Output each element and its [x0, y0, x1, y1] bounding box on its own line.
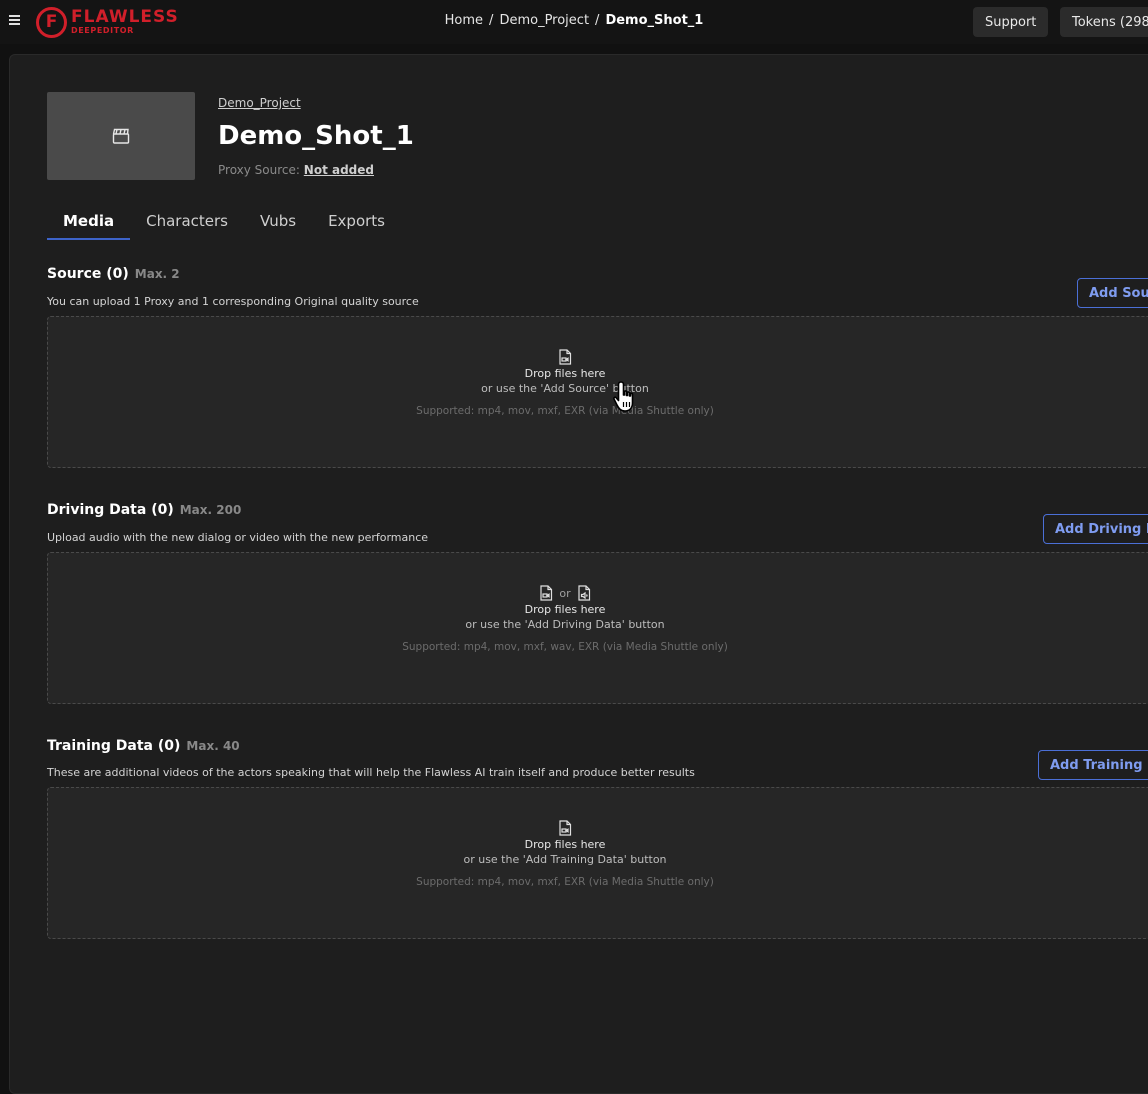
source-drop-text: Drop files here: [524, 367, 606, 380]
training-max: Max. 40: [186, 739, 240, 753]
project-link[interactable]: Demo_Project: [218, 96, 301, 110]
training-dropzone[interactable]: Drop files here or use the 'Add Training…: [47, 787, 1148, 939]
source-title: Source (0): [47, 266, 129, 282]
breadcrumb-current: Demo_Shot_1: [605, 13, 704, 28]
source-supported: Supported: mp4, mov, mxf, EXR (via Media…: [416, 405, 714, 417]
driving-drop-text: Drop files here: [524, 603, 606, 616]
source-dropzone[interactable]: Drop files here or use the 'Add Source' …: [47, 316, 1148, 468]
add-driving-data-button[interactable]: Add Driving Data: [1043, 514, 1148, 544]
proxy-source-label: Proxy Source:: [218, 163, 300, 177]
driving-section-title: Driving Data (0) Max. 200: [47, 502, 241, 518]
video-file-icon: [559, 349, 572, 365]
source-section-title: Source (0) Max. 2: [47, 266, 180, 282]
add-training-data-button[interactable]: Add Training Data: [1038, 750, 1148, 780]
training-drop-hint: or use the 'Add Training Data' button: [463, 853, 667, 866]
tab-media[interactable]: Media: [47, 212, 131, 240]
audio-file-icon: [578, 585, 590, 601]
video-file-icon: [559, 820, 572, 836]
driving-title: Driving Data (0): [47, 502, 174, 518]
shot-title: Demo_Shot_1: [218, 121, 414, 151]
shot-tabs: Media Characters Vubs Exports: [47, 212, 401, 240]
training-drop-text: Drop files here: [524, 838, 606, 851]
driving-description: Upload audio with the new dialog or vide…: [47, 531, 429, 544]
video-file-icon: [540, 585, 553, 601]
logo-sub: DEEPEDITOR: [71, 26, 134, 35]
training-description: These are additional videos of the actor…: [47, 766, 695, 779]
tab-characters[interactable]: Characters: [130, 212, 244, 240]
training-title: Training Data (0): [47, 738, 181, 754]
hand-pointer-cursor-icon: [613, 381, 634, 412]
tab-vubs[interactable]: Vubs: [244, 212, 312, 240]
top-bar: F FLAWLESS DEEPEDITOR Home / Demo_Project /…: [0, 0, 1148, 44]
driving-drop-hint: or use the 'Add Driving Data' button: [465, 618, 665, 631]
proxy-source-value[interactable]: Not added: [304, 163, 374, 177]
driving-or-text: or: [559, 586, 571, 600]
driving-supported: Supported: mp4, mov, mxf, wav, EXR (via …: [402, 641, 728, 653]
training-supported: Supported: mp4, mov, mxf, EXR (via Media…: [416, 876, 714, 888]
tab-exports[interactable]: Exports: [312, 212, 401, 240]
clapperboard-icon: [112, 128, 130, 144]
driving-max: Max. 200: [179, 503, 242, 517]
support-button[interactable]: Support: [973, 7, 1048, 37]
breadcrumb-home[interactable]: Home: [445, 13, 483, 28]
add-source-button[interactable]: Add Source: [1077, 278, 1148, 308]
source-description: You can upload 1 Proxy and 1 correspondi…: [47, 295, 419, 308]
proxy-source-line: Proxy Source: Not added: [218, 163, 374, 177]
shot-thumbnail: [47, 92, 195, 180]
breadcrumb-project[interactable]: Demo_Project: [499, 13, 589, 28]
tokens-button[interactable]: Tokens (298: [1060, 7, 1148, 37]
training-section-title: Training Data (0) Max. 40: [47, 738, 240, 754]
source-drop-hint: or use the 'Add Source' button: [481, 382, 649, 395]
driving-dropzone[interactable]: or Drop files here or use the 'Add Drivi…: [47, 552, 1148, 704]
source-max: Max. 2: [134, 267, 180, 281]
